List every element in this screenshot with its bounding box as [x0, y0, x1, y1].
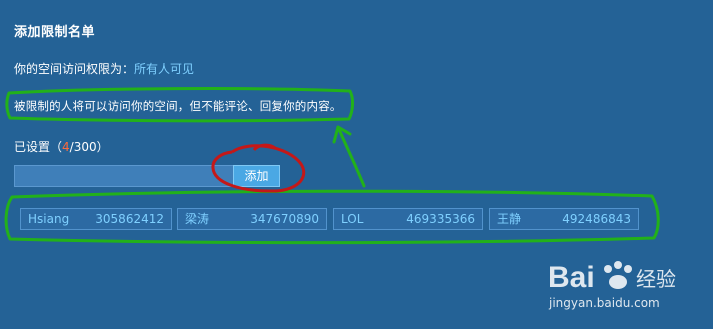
annotation-green-box-description — [5, 87, 354, 123]
baidu-watermark: Bai 经验 — [548, 255, 708, 329]
annotation-green-box-list — [4, 189, 660, 245]
baidu-paw-logo-icon: Bai 经验 — [548, 261, 676, 294]
watermark-url: jingyan.baidu.com — [549, 296, 660, 310]
svg-text:经验: 经验 — [636, 267, 676, 291]
svg-text:Bai: Bai — [548, 261, 595, 294]
annotation-green-arrow — [332, 125, 366, 188]
annotation-red-circle — [211, 144, 306, 193]
